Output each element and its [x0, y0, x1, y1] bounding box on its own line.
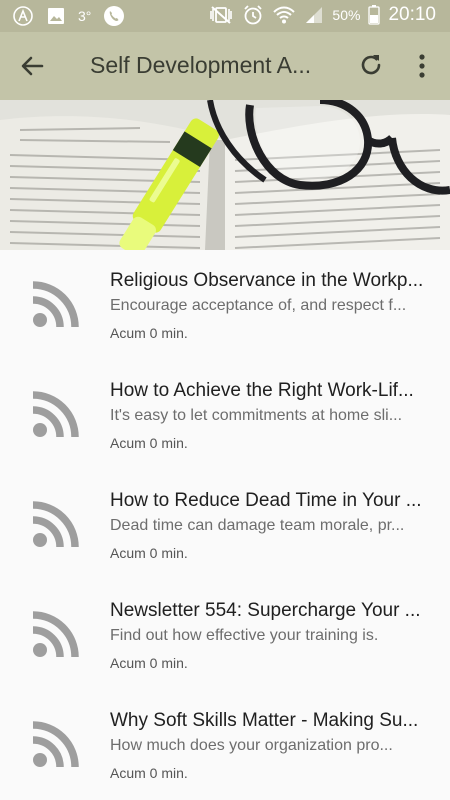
list-item[interactable]: Why Soft Skills Matter - Making Su... Ho…	[0, 690, 450, 800]
signal-icon	[306, 7, 323, 23]
item-title: How to Reduce Dead Time in Your ...	[110, 490, 422, 511]
battery-icon	[368, 5, 381, 25]
item-time: Acum 0 min.	[110, 435, 188, 451]
item-description: Encourage acceptance of, and respect f..…	[110, 297, 407, 314]
back-button[interactable]	[16, 50, 48, 82]
arrow-back-icon	[21, 56, 44, 76]
phone-call-icon	[104, 6, 125, 26]
list-item[interactable]: How to Achieve the Right Work-Lif... It'…	[0, 360, 450, 470]
rss-feed-icon	[32, 281, 79, 328]
rss-feed-icon	[32, 721, 79, 768]
item-title: Newsletter 554: Supercharge Your ...	[110, 600, 421, 621]
item-time: Acum 0 min.	[110, 545, 188, 561]
refresh-button[interactable]	[356, 50, 386, 80]
notification-count: 3°	[78, 8, 92, 24]
image-icon	[48, 8, 64, 24]
page-title: Self Development A...	[90, 52, 312, 78]
item-title: Why Soft Skills Matter - Making Su...	[110, 710, 419, 731]
app-bar: Self Development A...	[0, 32, 450, 100]
header-image	[0, 100, 450, 250]
item-description: Dead time can damage team morale, pr...	[110, 517, 405, 534]
wifi-icon	[273, 6, 296, 24]
item-time: Acum 0 min.	[110, 325, 188, 341]
app-logo-icon	[13, 6, 33, 26]
more-vert-icon	[419, 54, 425, 78]
rss-feed-icon	[32, 611, 79, 658]
item-time: Acum 0 min.	[110, 765, 188, 781]
overflow-menu-button[interactable]	[410, 50, 434, 82]
list-item[interactable]: Religious Observance in the Workp... Enc…	[0, 250, 450, 360]
alarm-clock-icon	[244, 5, 263, 25]
battery-percent: 50%	[332, 7, 361, 23]
item-description: It's easy to let commitments at home sli…	[110, 407, 403, 424]
list-item[interactable]: Newsletter 554: Supercharge Your ... Fin…	[0, 580, 450, 690]
feed-list: Religious Observance in the Workp... Enc…	[0, 250, 450, 800]
rss-feed-icon	[32, 391, 79, 438]
list-item[interactable]: How to Reduce Dead Time in Your ... Dead…	[0, 470, 450, 580]
item-title: Religious Observance in the Workp...	[110, 270, 424, 291]
item-time: Acum 0 min.	[110, 655, 188, 671]
item-description: Find out how effective your training is.	[110, 627, 379, 644]
item-title: How to Achieve the Right Work-Lif...	[110, 380, 414, 401]
clock-time: 20:10	[388, 4, 436, 25]
item-description: How much does your organization pro...	[110, 737, 393, 754]
refresh-icon	[361, 55, 381, 75]
status-bar: 3° 50% 20:10	[0, 0, 450, 32]
vibrate-mute-icon	[210, 6, 233, 24]
rss-feed-icon	[32, 501, 79, 548]
